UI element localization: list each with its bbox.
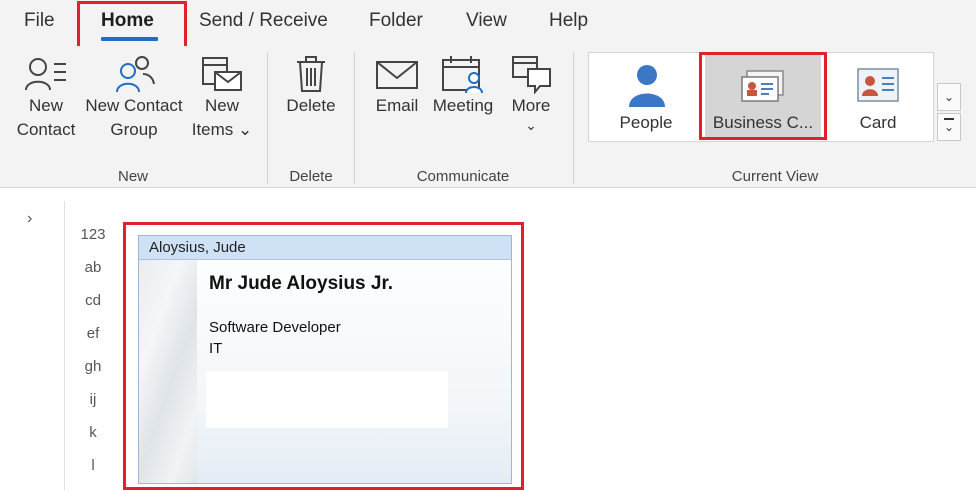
expand-gallery-icon: ⌄: [943, 118, 955, 134]
index-letter-123[interactable]: 123: [70, 226, 116, 243]
ribbon: New Contact New Contact Group New Items …: [0, 46, 976, 188]
group-label-current-view: Current View: [731, 168, 819, 185]
group-divider: [354, 52, 355, 184]
chevron-down-icon: ⌄: [943, 90, 955, 104]
delete-label: Delete: [286, 96, 336, 115]
tab-file[interactable]: File: [24, 10, 55, 32]
email-button[interactable]: Email: [368, 54, 426, 118]
contact-group-icon: [116, 56, 155, 93]
view-people-label: People: [619, 113, 673, 132]
group-divider: [267, 52, 268, 184]
new-contact-group-label-1: New Contact: [85, 96, 183, 115]
meeting-button[interactable]: Meeting: [428, 54, 498, 118]
group-label-communicate: Communicate: [416, 168, 510, 185]
view-card-label: Card: [859, 113, 897, 132]
new-items-button[interactable]: New Items ⌄: [186, 54, 258, 142]
group-label-delete: Delete: [289, 168, 333, 185]
expand-folder-pane-icon[interactable]: ›: [27, 210, 32, 228]
more-button[interactable]: More ⌄: [502, 54, 560, 132]
gallery-scroll-down-button[interactable]: ⌄: [937, 83, 961, 111]
tab-send-receive[interactable]: Send / Receive: [199, 10, 328, 32]
contact-card-icon: [857, 68, 899, 102]
view-card[interactable]: Card: [823, 55, 933, 139]
gallery-more-views-button[interactable]: ⌄: [937, 113, 961, 141]
new-items-icon: [202, 57, 242, 91]
index-letter-l[interactable]: l: [70, 457, 116, 474]
more-label-1: More: [511, 96, 551, 115]
tab-folder[interactable]: Folder: [369, 10, 423, 32]
index-letter-k[interactable]: k: [70, 424, 116, 441]
email-label: Email: [375, 96, 419, 115]
meeting-label: Meeting: [432, 96, 494, 115]
index-letter-ef[interactable]: ef: [70, 325, 116, 342]
index-letter-gh[interactable]: gh: [70, 358, 116, 375]
new-contact-label-1: New: [28, 96, 63, 115]
more-label-2: ⌄: [525, 117, 537, 133]
group-divider: [573, 52, 574, 184]
new-items-label-2: Items ⌄: [191, 120, 253, 139]
index-letter-ab[interactable]: ab: [70, 259, 116, 276]
calendar-person-icon: [442, 56, 483, 94]
index-divider: [64, 201, 65, 490]
business-card-view-highlight: [699, 52, 827, 140]
group-label-new: New: [117, 168, 148, 185]
index-letter-ij[interactable]: ij: [70, 391, 116, 408]
person-icon: [629, 65, 665, 107]
tab-view[interactable]: View: [466, 10, 507, 32]
new-contact-icon: [25, 58, 66, 91]
business-card-highlight: [123, 222, 524, 490]
new-contact-group-button[interactable]: New Contact Group: [82, 54, 186, 142]
new-contact-group-label-2: Group: [110, 120, 158, 139]
new-contact-button[interactable]: New Contact: [8, 54, 84, 142]
new-items-label-1: New: [204, 96, 239, 115]
trash-icon: [297, 56, 325, 92]
new-contact-label-2: Contact: [16, 120, 76, 139]
tab-help[interactable]: Help: [549, 10, 588, 32]
delete-button[interactable]: Delete: [278, 54, 344, 118]
index-letter-cd[interactable]: cd: [70, 292, 116, 309]
view-people[interactable]: People: [591, 55, 701, 139]
envelope-icon: [376, 61, 418, 89]
more-chat-icon: [512, 56, 551, 94]
